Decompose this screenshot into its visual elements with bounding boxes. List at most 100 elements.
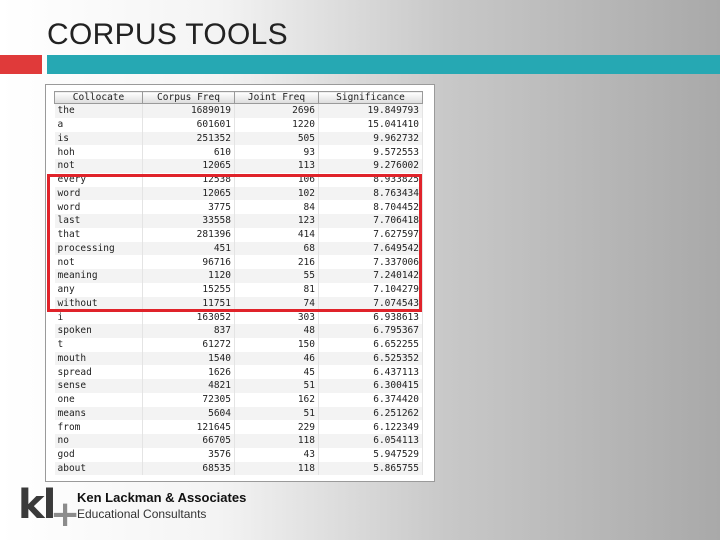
table-row[interactable]: the 1689019 2696 19.849793 <box>54 103 423 118</box>
table-row[interactable]: sense 4821 51 6.300415 <box>54 379 423 393</box>
corpus-freq-cell: 837 <box>142 324 235 338</box>
collocate-cell: spoken <box>54 324 143 338</box>
joint-freq-cell: 113 <box>234 159 319 173</box>
joint-freq-cell: 55 <box>234 269 319 283</box>
corpus-freq-cell: 281396 <box>142 227 235 242</box>
joint-freq-cell: 81 <box>234 282 319 297</box>
collocate-cell: god <box>54 447 143 462</box>
table-header-row: Collocate Corpus Freq Joint Freq Signifi… <box>54 91 423 104</box>
collocate-cell: any <box>54 282 143 297</box>
joint-freq-cell: 84 <box>234 200 319 214</box>
table-row[interactable]: spoken 837 48 6.795367 <box>54 324 423 338</box>
table-row[interactable]: without 11751 74 7.074543 <box>54 296 423 311</box>
joint-freq-cell: 2696 <box>234 103 319 118</box>
collocate-cell: word <box>54 186 143 201</box>
collocate-cell: not <box>54 159 143 173</box>
joint-freq-cell: 162 <box>234 392 319 407</box>
table-row[interactable]: meaning 1120 55 7.240142 <box>54 269 423 283</box>
collocate-table-panel: Collocate Corpus Freq Joint Freq Signifi… <box>45 84 435 482</box>
collocate-cell: about <box>54 461 143 476</box>
corpus-freq-cell: 4821 <box>142 379 235 393</box>
collocate-cell: a <box>54 117 143 132</box>
joint-freq-cell: 229 <box>234 420 319 434</box>
corpus-freq-cell: 601601 <box>142 117 235 132</box>
table-row[interactable]: no 66705 118 6.054113 <box>54 434 423 448</box>
significance-cell: 5.947529 <box>318 447 423 462</box>
corpus-freq-cell: 1120 <box>142 269 235 283</box>
collocate-cell: meaning <box>54 269 143 283</box>
significance-cell: 5.865755 <box>318 461 423 476</box>
joint-freq-cell: 216 <box>234 255 319 269</box>
table-row[interactable]: processing 451 68 7.649542 <box>54 241 423 256</box>
table-row[interactable]: is 251352 505 9.962732 <box>54 131 423 146</box>
collocate-cell: sense <box>54 379 143 393</box>
joint-freq-cell: 74 <box>234 296 319 311</box>
table-row[interactable]: last 33558 123 7.706418 <box>54 214 423 228</box>
table-row[interactable]: word 3775 84 8.704452 <box>54 200 423 214</box>
significance-cell: 8.933825 <box>318 172 423 187</box>
company-logo: kl + <box>18 482 80 535</box>
collocate-cell: one <box>54 392 143 407</box>
table-row[interactable]: one 72305 162 6.374420 <box>54 392 423 407</box>
table-row[interactable]: spread 1626 45 6.437113 <box>54 365 423 379</box>
collocate-cell: from <box>54 420 143 434</box>
joint-freq-cell: 118 <box>234 434 319 448</box>
significance-cell: 6.122349 <box>318 420 423 434</box>
column-header-significance[interactable]: Significance <box>318 91 423 104</box>
significance-cell: 7.706418 <box>318 214 423 228</box>
joint-freq-cell: 51 <box>234 379 319 393</box>
collocate-cell: last <box>54 214 143 228</box>
corpus-freq-cell: 1689019 <box>142 103 235 118</box>
column-header-joint-freq[interactable]: Joint Freq <box>234 91 319 104</box>
company-tagline: Educational Consultants <box>77 507 207 521</box>
corpus-freq-cell: 1540 <box>142 351 235 366</box>
significance-cell: 6.652255 <box>318 337 423 352</box>
table-row[interactable]: god 3576 43 5.947529 <box>54 447 423 462</box>
collocate-cell: means <box>54 406 143 421</box>
column-header-corpus-freq[interactable]: Corpus Freq <box>142 91 235 104</box>
table-row[interactable]: i 163052 303 6.938613 <box>54 310 423 324</box>
table-row[interactable]: t 61272 150 6.652255 <box>54 337 423 352</box>
table-row[interactable]: not 96716 216 7.337006 <box>54 255 423 269</box>
significance-cell: 9.276002 <box>318 159 423 173</box>
joint-freq-cell: 102 <box>234 186 319 201</box>
table-row[interactable]: mouth 1540 46 6.525352 <box>54 351 423 366</box>
table-row[interactable]: not 12065 113 9.276002 <box>54 159 423 173</box>
table-row[interactable]: from 121645 229 6.122349 <box>54 420 423 434</box>
joint-freq-cell: 1220 <box>234 117 319 132</box>
table-row[interactable]: word 12065 102 8.763434 <box>54 186 423 201</box>
joint-freq-cell: 46 <box>234 351 319 366</box>
corpus-freq-cell: 451 <box>142 241 235 256</box>
table-row[interactable]: a 601601 1220 15.041410 <box>54 117 423 132</box>
table-row[interactable]: about 68535 118 5.865755 <box>54 461 423 476</box>
collocate-table: Collocate Corpus Freq Joint Freq Signifi… <box>54 91 423 476</box>
joint-freq-cell: 414 <box>234 227 319 242</box>
collocate-cell: i <box>54 310 143 324</box>
collocate-cell: not <box>54 255 143 269</box>
corpus-freq-cell: 66705 <box>142 434 235 448</box>
joint-freq-cell: 45 <box>234 365 319 379</box>
corpus-freq-cell: 72305 <box>142 392 235 407</box>
corpus-freq-cell: 61272 <box>142 337 235 352</box>
significance-cell: 15.041410 <box>318 117 423 132</box>
significance-cell: 7.337006 <box>318 255 423 269</box>
joint-freq-cell: 48 <box>234 324 319 338</box>
corpus-freq-cell: 5604 <box>142 406 235 421</box>
collocate-cell: word <box>54 200 143 214</box>
table-body: the 1689019 2696 19.849793 a 601601 1220 15.041… <box>54 103 423 476</box>
corpus-freq-cell: 68535 <box>142 461 235 476</box>
significance-cell: 7.240142 <box>318 269 423 283</box>
collocate-cell: no <box>54 434 143 448</box>
joint-freq-cell: 68 <box>234 241 319 256</box>
table-row[interactable]: any 15255 81 7.104279 <box>54 282 423 297</box>
corpus-freq-cell: 251352 <box>142 131 235 146</box>
collocate-cell: processing <box>54 241 143 256</box>
column-header-collocate[interactable]: Collocate <box>54 91 143 104</box>
corpus-freq-cell: 610 <box>142 145 235 159</box>
table-row[interactable]: that 281396 414 7.627597 <box>54 227 423 242</box>
collocate-cell: without <box>54 296 143 311</box>
accent-bar-teal <box>47 55 720 74</box>
table-row[interactable]: means 5604 51 6.251262 <box>54 406 423 421</box>
table-row[interactable]: hoh 610 93 9.572553 <box>54 145 423 159</box>
table-row[interactable]: every 12538 106 8.933825 <box>54 172 423 187</box>
